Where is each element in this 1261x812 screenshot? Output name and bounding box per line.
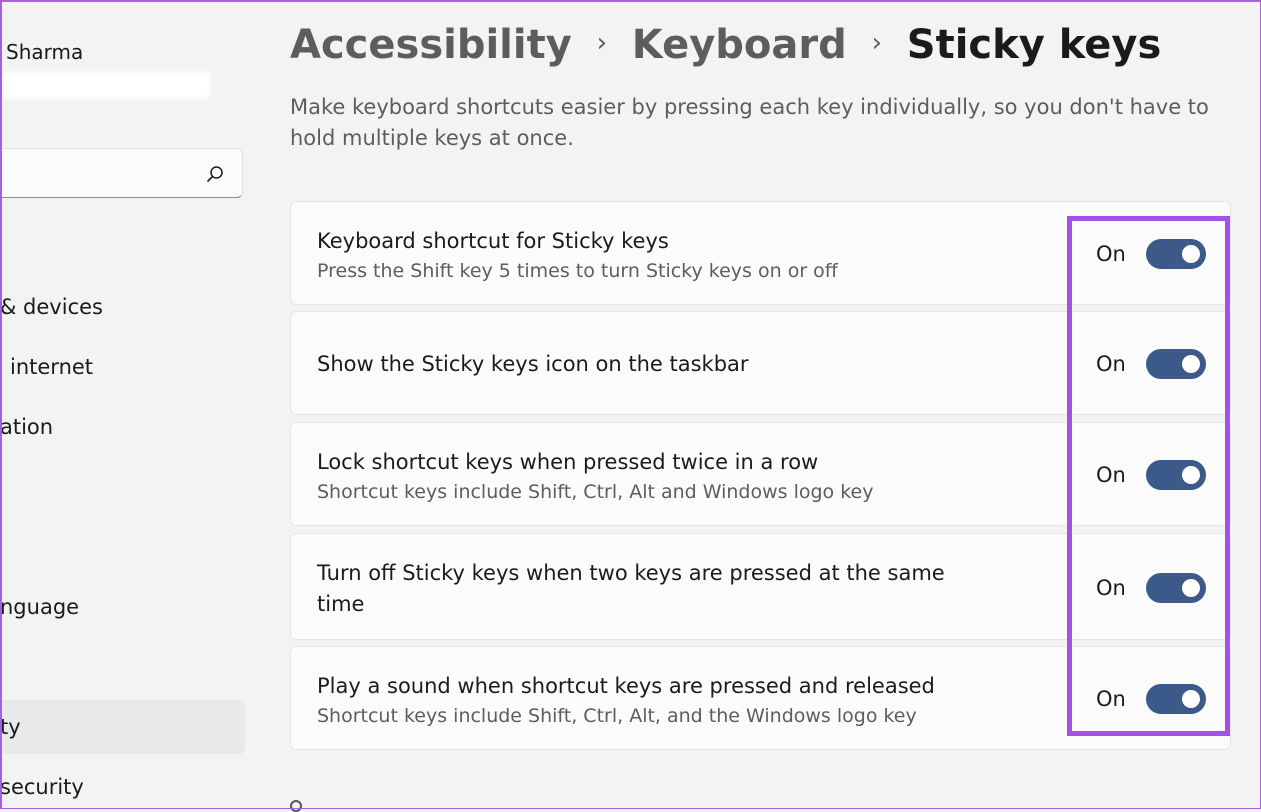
toggle-knob — [1182, 579, 1200, 597]
toggle-knob — [1182, 466, 1200, 484]
setting-card-play-sound: Play a sound when shortcut keys are pres… — [290, 646, 1231, 750]
setting-title: Turn off Sticky keys when two keys are p… — [317, 561, 945, 616]
setting-subtitle: Shortcut keys include Shift, Ctrl, Alt, … — [317, 705, 917, 727]
toggle-state-label: On — [1096, 242, 1126, 266]
setting-card-shortcut: Keyboard shortcut for Sticky keys Press … — [290, 201, 1231, 305]
sticky-keys-shortcut-toggle[interactable] — [1146, 239, 1206, 269]
breadcrumb-keyboard[interactable]: Keyboard — [632, 22, 847, 68]
toggle-state-label: On — [1096, 463, 1126, 487]
setting-title: Show the Sticky keys icon on the taskbar — [317, 352, 749, 376]
sidebar-item-privacy-security[interactable]: security — [0, 775, 84, 799]
toggle-state-label: On — [1096, 687, 1126, 711]
page-description: Make keyboard shortcuts easier by pressi… — [290, 95, 1209, 150]
setting-subtitle: Press the Shift key 5 times to turn Stic… — [317, 260, 838, 282]
taskbar-icon-toggle[interactable] — [1146, 349, 1206, 379]
toggle-knob — [1182, 690, 1200, 708]
breadcrumb: Accessibility › Keyboard › Sticky keys — [290, 22, 1161, 68]
sidebar-selected-highlight — [0, 700, 245, 754]
setting-title: Play a sound when shortcut keys are pres… — [317, 674, 935, 698]
turn-off-two-keys-toggle[interactable] — [1146, 573, 1206, 603]
toggle-knob — [1182, 245, 1200, 263]
sidebar-item-accessibility[interactable]: ty — [0, 715, 21, 739]
toggle-knob — [1182, 355, 1200, 373]
setting-subtitle: Shortcut keys include Shift, Ctrl, Alt a… — [317, 481, 874, 503]
lock-keys-toggle[interactable] — [1146, 460, 1206, 490]
toggle-state-label: On — [1096, 576, 1126, 600]
setting-card-turn-off: Turn off Sticky keys when two keys are p… — [290, 533, 1231, 640]
setting-title: Keyboard shortcut for Sticky keys — [317, 229, 669, 253]
sidebar-item-network-internet[interactable]: internet — [10, 355, 93, 379]
user-email-redacted — [2, 72, 210, 98]
search-icon — [207, 166, 223, 182]
breadcrumb-accessibility[interactable]: Accessibility — [290, 22, 572, 68]
sidebar-item-time-language[interactable]: nguage — [0, 595, 79, 619]
user-name: Sharma — [6, 40, 84, 64]
breadcrumb-separator-icon: › — [871, 28, 882, 58]
setting-card-lock-keys: Lock shortcut keys when pressed twice in… — [290, 422, 1231, 526]
setting-title: Lock shortcut keys when pressed twice in… — [317, 450, 819, 474]
partial-icon — [290, 800, 302, 812]
sidebar-item-personalization[interactable]: ation — [0, 415, 53, 439]
breadcrumb-separator-icon: › — [596, 28, 607, 58]
setting-card-taskbar-icon: Show the Sticky keys icon on the taskbar… — [290, 311, 1231, 415]
page-title: Sticky keys — [906, 22, 1162, 68]
sidebar-item-devices[interactable]: & devices — [0, 295, 103, 319]
search-input[interactable] — [0, 148, 243, 198]
play-sound-toggle[interactable] — [1146, 684, 1206, 714]
toggle-state-label: On — [1096, 352, 1126, 376]
